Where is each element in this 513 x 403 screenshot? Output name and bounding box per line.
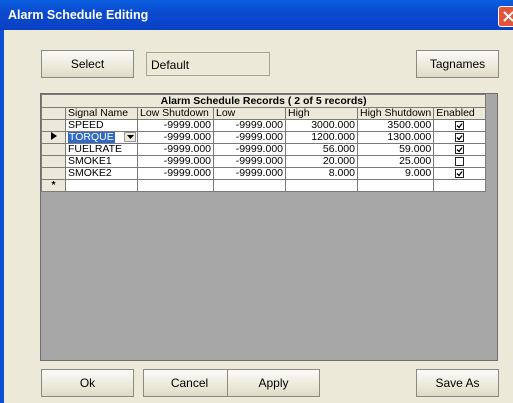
low-cell[interactable]: -9999.000 bbox=[213, 155, 286, 168]
row-selector[interactable] bbox=[41, 155, 66, 168]
ok-button-label: Ok bbox=[79, 376, 96, 390]
checkbox-checked[interactable] bbox=[455, 168, 465, 178]
checkbox-unchecked[interactable] bbox=[455, 156, 465, 166]
high-shutdown-cell[interactable]: 9.000 bbox=[356, 167, 435, 180]
enabled-cell[interactable] bbox=[433, 155, 487, 168]
enabled-cell[interactable] bbox=[433, 167, 487, 180]
signal-name-cell[interactable]: SPEED bbox=[65, 119, 138, 132]
signal-dropdown-button[interactable] bbox=[124, 132, 136, 142]
low-cell[interactable]: -9999.000 bbox=[213, 131, 286, 144]
low-shutdown-cell[interactable]: -9999.000 bbox=[137, 167, 214, 180]
table-row[interactable]: SMOKE2 -9999.000 -9999.000 8.000 9.000 bbox=[41, 167, 487, 180]
low-shutdown-cell[interactable]: -9999.000 bbox=[137, 155, 214, 168]
row-selector[interactable] bbox=[41, 167, 66, 180]
row-selector[interactable] bbox=[41, 131, 66, 144]
alarm-records-grid[interactable]: Alarm Schedule Records ( 2 of 5 records)… bbox=[40, 93, 498, 361]
high-shutdown-cell[interactable]: 1300.000 bbox=[356, 131, 435, 144]
enabled-cell[interactable] bbox=[433, 143, 487, 156]
save-as-button[interactable]: Save As bbox=[416, 369, 499, 397]
table-row[interactable]: FUELRATE -9999.000 -9999.000 56.000 59.000 bbox=[41, 143, 487, 156]
title-bar: Alarm Schedule Editing bbox=[0, 0, 513, 30]
select-button-label: Select bbox=[70, 57, 105, 71]
enabled-cell[interactable] bbox=[433, 131, 487, 144]
new-row-cell[interactable] bbox=[285, 179, 358, 192]
low-cell[interactable]: -9999.000 bbox=[213, 167, 286, 180]
column-header-enabled[interactable]: Enabled bbox=[433, 107, 487, 120]
row-selector[interactable] bbox=[41, 143, 66, 156]
tagnames-button-label: Tagnames bbox=[429, 57, 486, 71]
high-cell[interactable]: 1200.000 bbox=[285, 131, 358, 144]
header-row: Signal Name Low Shutdown Low High High S… bbox=[41, 107, 487, 120]
low-cell[interactable]: -9999.000 bbox=[213, 143, 286, 156]
chevron-down-icon bbox=[127, 135, 134, 139]
window-title: Alarm Schedule Editing bbox=[8, 8, 149, 22]
cancel-button[interactable]: Cancel bbox=[143, 369, 236, 397]
high-cell[interactable]: 8.000 bbox=[285, 167, 358, 180]
save-as-button-label: Save As bbox=[435, 376, 480, 390]
tagnames-button[interactable]: Tagnames bbox=[416, 50, 499, 78]
low-shutdown-cell[interactable]: -9999.000 bbox=[137, 131, 214, 144]
high-shutdown-cell[interactable]: 3500.000 bbox=[356, 119, 435, 132]
check-icon bbox=[456, 134, 463, 141]
new-row-cell[interactable] bbox=[213, 179, 286, 192]
cancel-button-label: Cancel bbox=[170, 376, 209, 390]
checkbox-checked[interactable] bbox=[455, 132, 465, 142]
signal-name-cell[interactable]: FUELRATE bbox=[65, 143, 138, 156]
enabled-cell[interactable] bbox=[433, 119, 487, 132]
signal-name-cell[interactable]: SMOKE2 bbox=[65, 167, 138, 180]
check-icon bbox=[456, 122, 463, 129]
checkbox-checked[interactable] bbox=[455, 144, 465, 154]
header-corner bbox=[41, 107, 66, 120]
high-cell[interactable]: 3000.000 bbox=[285, 119, 358, 132]
column-header-low-shutdown[interactable]: Low Shutdown bbox=[137, 107, 214, 120]
ok-button[interactable]: Ok bbox=[41, 369, 134, 397]
check-icon bbox=[456, 146, 463, 153]
high-shutdown-cell[interactable]: 59.000 bbox=[356, 143, 435, 156]
low-cell[interactable]: -9999.000 bbox=[213, 119, 286, 132]
high-shutdown-cell[interactable]: 25.000 bbox=[356, 155, 435, 168]
grid-caption: Alarm Schedule Records ( 2 of 5 records) bbox=[40, 94, 487, 108]
close-button[interactable] bbox=[498, 6, 513, 27]
new-row-cell[interactable] bbox=[65, 179, 138, 192]
schedule-name-field[interactable]: Default bbox=[146, 52, 270, 76]
apply-button[interactable]: Apply bbox=[227, 369, 320, 397]
column-header-high-shutdown[interactable]: High Shutdown bbox=[356, 107, 435, 120]
new-row-marker: * bbox=[41, 179, 66, 192]
low-shutdown-cell[interactable]: -9999.000 bbox=[137, 143, 214, 156]
signal-name-value: TORQUE bbox=[68, 131, 115, 143]
column-header-signal-name[interactable]: Signal Name bbox=[65, 107, 138, 120]
high-cell[interactable]: 56.000 bbox=[285, 143, 358, 156]
right-triangle-icon bbox=[50, 132, 57, 140]
table-row[interactable]: TORQUE -9999.000 -9999.000 1200.000 1300.000 bbox=[41, 131, 487, 144]
checkbox-checked[interactable] bbox=[455, 120, 465, 130]
signal-name-cell[interactable]: SMOKE1 bbox=[65, 155, 138, 168]
high-cell[interactable]: 20.000 bbox=[285, 155, 358, 168]
check-icon bbox=[456, 170, 463, 177]
table-row[interactable]: SMOKE1 -9999.000 -9999.000 20.000 25.000 bbox=[41, 155, 487, 168]
row-selector[interactable] bbox=[41, 119, 66, 132]
new-row-cell[interactable] bbox=[433, 179, 487, 192]
close-icon bbox=[503, 11, 513, 22]
signal-name-cell[interactable]: TORQUE bbox=[65, 131, 138, 144]
apply-button-label: Apply bbox=[258, 376, 289, 390]
new-row-cell[interactable] bbox=[356, 179, 435, 192]
column-header-low[interactable]: Low bbox=[213, 107, 286, 120]
column-header-high[interactable]: High bbox=[285, 107, 358, 120]
new-row-cell[interactable] bbox=[137, 179, 214, 192]
table-row[interactable]: SPEED -9999.000 -9999.000 3000.000 3500.000 bbox=[41, 119, 487, 132]
records-table: Alarm Schedule Records ( 2 of 5 records)… bbox=[40, 94, 487, 192]
new-record-row[interactable]: * bbox=[41, 179, 487, 192]
low-shutdown-cell[interactable]: -9999.000 bbox=[137, 119, 214, 132]
window-frame-left bbox=[0, 30, 4, 403]
select-button[interactable]: Select bbox=[41, 50, 134, 78]
